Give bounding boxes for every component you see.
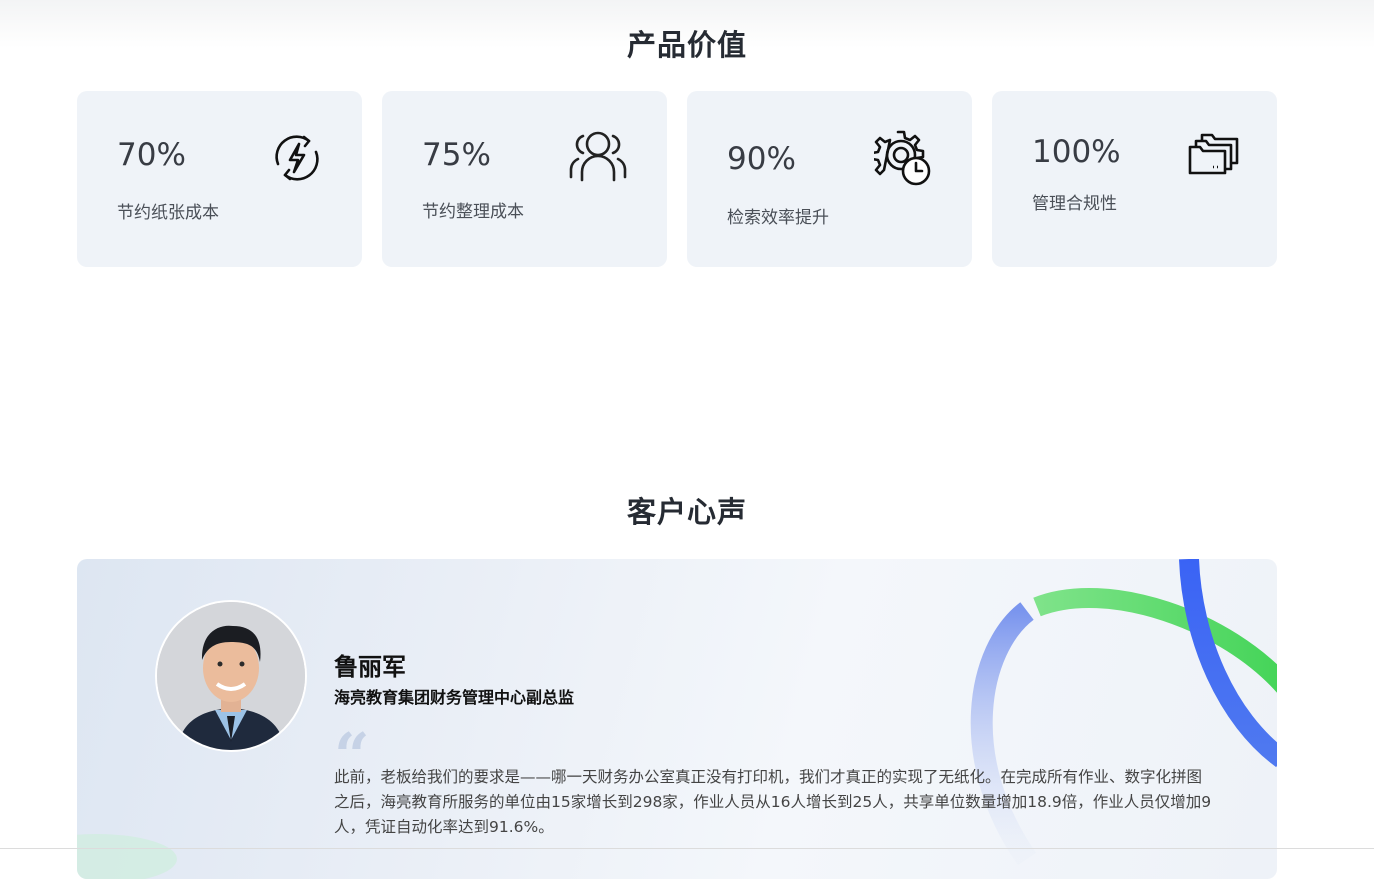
value-label: 节约整理成本 bbox=[422, 202, 524, 222]
value-card-search-efficiency: 90% 检索效率提升 bbox=[687, 91, 972, 267]
avatar bbox=[155, 600, 307, 752]
gear-clock-icon bbox=[870, 129, 934, 193]
value-percent: 70% bbox=[117, 137, 186, 173]
bottom-divider bbox=[0, 848, 1374, 849]
energy-cycle-icon bbox=[269, 130, 325, 190]
value-label: 管理合规性 bbox=[1032, 194, 1117, 214]
customer-voice-title: 客户心声 bbox=[626, 495, 747, 529]
value-card-organize-cost: 75% 节约整理成本 bbox=[382, 91, 667, 267]
person-title: 海亮教育集团财务管理中心副总监 bbox=[334, 688, 575, 707]
people-group-icon bbox=[568, 129, 628, 187]
value-card-paper-cost: 70% 节约纸张成本 bbox=[77, 91, 362, 267]
product-value-title: 产品价值 bbox=[626, 28, 747, 62]
value-label: 检索效率提升 bbox=[727, 208, 829, 228]
value-label: 节约纸张成本 bbox=[117, 203, 219, 223]
testimonial-quote: 此前，老板给我们的要求是——哪一天财务办公室真正没有打印机，我们才真正的实现了无… bbox=[334, 768, 1212, 836]
folders-icon bbox=[1188, 131, 1240, 179]
person-name: 鲁丽军 bbox=[334, 653, 406, 681]
value-card-compliance: 100% 管理合规性 bbox=[992, 91, 1277, 267]
value-cards: 70% 节约纸张成本 75% 节约整理成本 90% 检索效率提升 100% 管理… bbox=[77, 91, 1277, 267]
value-percent: 100% bbox=[1032, 134, 1121, 170]
testimonial-card: 鲁丽军 海亮教育集团财务管理中心副总监 “ 此前，老板给我们的要求是——哪一天财… bbox=[77, 559, 1277, 879]
value-percent: 90% bbox=[727, 141, 796, 177]
value-percent: 75% bbox=[422, 137, 491, 173]
